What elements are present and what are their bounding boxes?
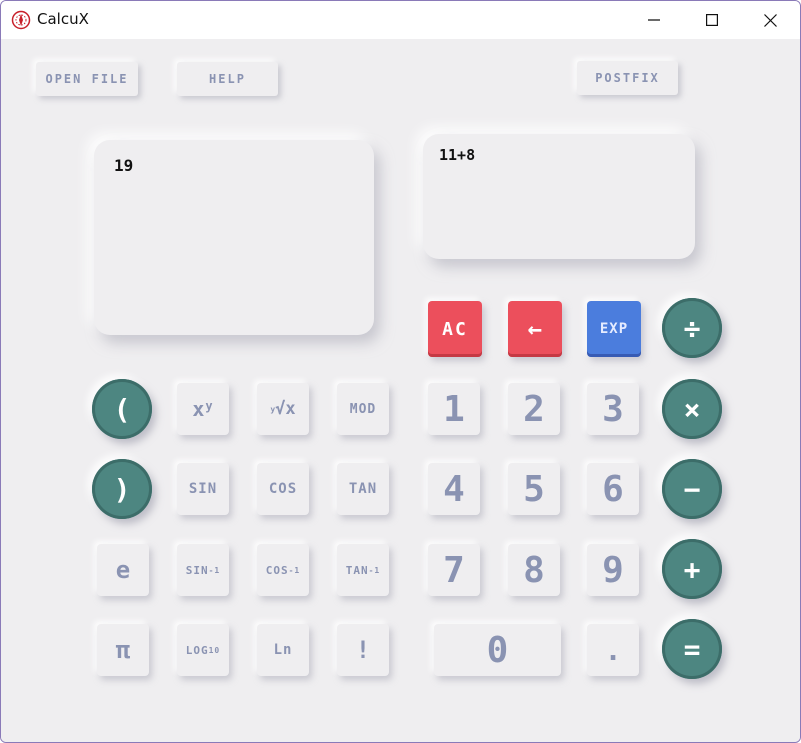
arctan-inverse: -1: [368, 565, 381, 575]
arcsin-label: SIN: [185, 563, 209, 577]
cos-button[interactable]: COS: [257, 463, 309, 515]
open-paren-button[interactable]: (: [92, 379, 152, 439]
window-title: CalcuX: [37, 10, 89, 28]
maximize-icon: [706, 14, 718, 26]
factorial-button[interactable]: !: [337, 624, 389, 676]
close-paren-button[interactable]: ): [92, 459, 152, 519]
digit-2-button[interactable]: 2: [508, 383, 560, 435]
pi-button[interactable]: π: [97, 624, 149, 676]
sin-button[interactable]: SIN: [177, 463, 229, 515]
multiply-button[interactable]: ×: [662, 379, 722, 439]
decimal-point-button[interactable]: .: [587, 624, 639, 676]
maximize-button[interactable]: [683, 1, 741, 39]
arcsin-button[interactable]: SIN -1: [177, 544, 229, 596]
subtract-button[interactable]: −: [662, 459, 722, 519]
divide-button[interactable]: ÷: [662, 298, 722, 358]
equals-button[interactable]: =: [662, 619, 722, 679]
result-value: 19: [114, 156, 134, 175]
arccos-button[interactable]: COS -1: [257, 544, 309, 596]
help-button[interactable]: HELP: [177, 62, 278, 96]
title-bar: CalcuX: [1, 1, 800, 39]
digit-3-button[interactable]: 3: [587, 383, 639, 435]
digit-9-button[interactable]: 9: [587, 544, 639, 596]
power-button[interactable]: xy: [177, 383, 229, 435]
close-button[interactable]: [741, 1, 799, 39]
minimize-icon: [648, 19, 660, 21]
result-display: 19: [94, 140, 374, 335]
open-file-button[interactable]: OPEN FILE: [36, 62, 138, 96]
calculator-body: OPEN FILE HELP POSTFIX 19 11+8 AC ← EXP …: [1, 39, 800, 742]
log-label: LOG: [185, 643, 209, 657]
log-button[interactable]: LOG 10: [177, 624, 229, 676]
digit-1-button[interactable]: 1: [428, 383, 480, 435]
digit-0-button[interactable]: 0: [434, 624, 561, 676]
digit-7-button[interactable]: 7: [428, 544, 480, 596]
power-base: x: [192, 397, 206, 421]
ln-button[interactable]: Ln: [257, 624, 309, 676]
euler-button[interactable]: e: [97, 544, 149, 596]
backspace-button[interactable]: ←: [508, 301, 562, 357]
close-icon: [763, 13, 777, 27]
mod-button[interactable]: MOD: [337, 383, 389, 435]
digit-5-button[interactable]: 5: [508, 463, 560, 515]
postfix-button[interactable]: POSTFIX: [577, 61, 678, 95]
digit-4-button[interactable]: 4: [428, 463, 480, 515]
arctan-button[interactable]: TAN -1: [337, 544, 389, 596]
arccos-inverse: -1: [288, 565, 301, 575]
exp-button[interactable]: EXP: [587, 301, 641, 357]
digit-6-button[interactable]: 6: [587, 463, 639, 515]
minimize-button[interactable]: [625, 1, 683, 39]
expression-display: 11+8: [423, 134, 695, 259]
app-window: CalcuX OPEN FILE HELP POSTFIX 19 11+8 AC…: [0, 0, 801, 743]
expression-value: 11+8: [439, 146, 476, 164]
power-exponent: y: [205, 399, 214, 413]
root-button[interactable]: y √x: [257, 383, 309, 435]
arctan-label: TAN: [345, 563, 369, 577]
digit-8-button[interactable]: 8: [508, 544, 560, 596]
arccos-label: COS: [265, 563, 289, 577]
arcsin-inverse: -1: [208, 565, 221, 575]
add-button[interactable]: +: [662, 539, 722, 599]
app-logo-icon: [11, 10, 31, 30]
log-base: 10: [208, 645, 221, 655]
root-symbol: √x: [275, 399, 296, 419]
clear-all-button[interactable]: AC: [428, 301, 482, 357]
tan-button[interactable]: TAN: [337, 463, 389, 515]
